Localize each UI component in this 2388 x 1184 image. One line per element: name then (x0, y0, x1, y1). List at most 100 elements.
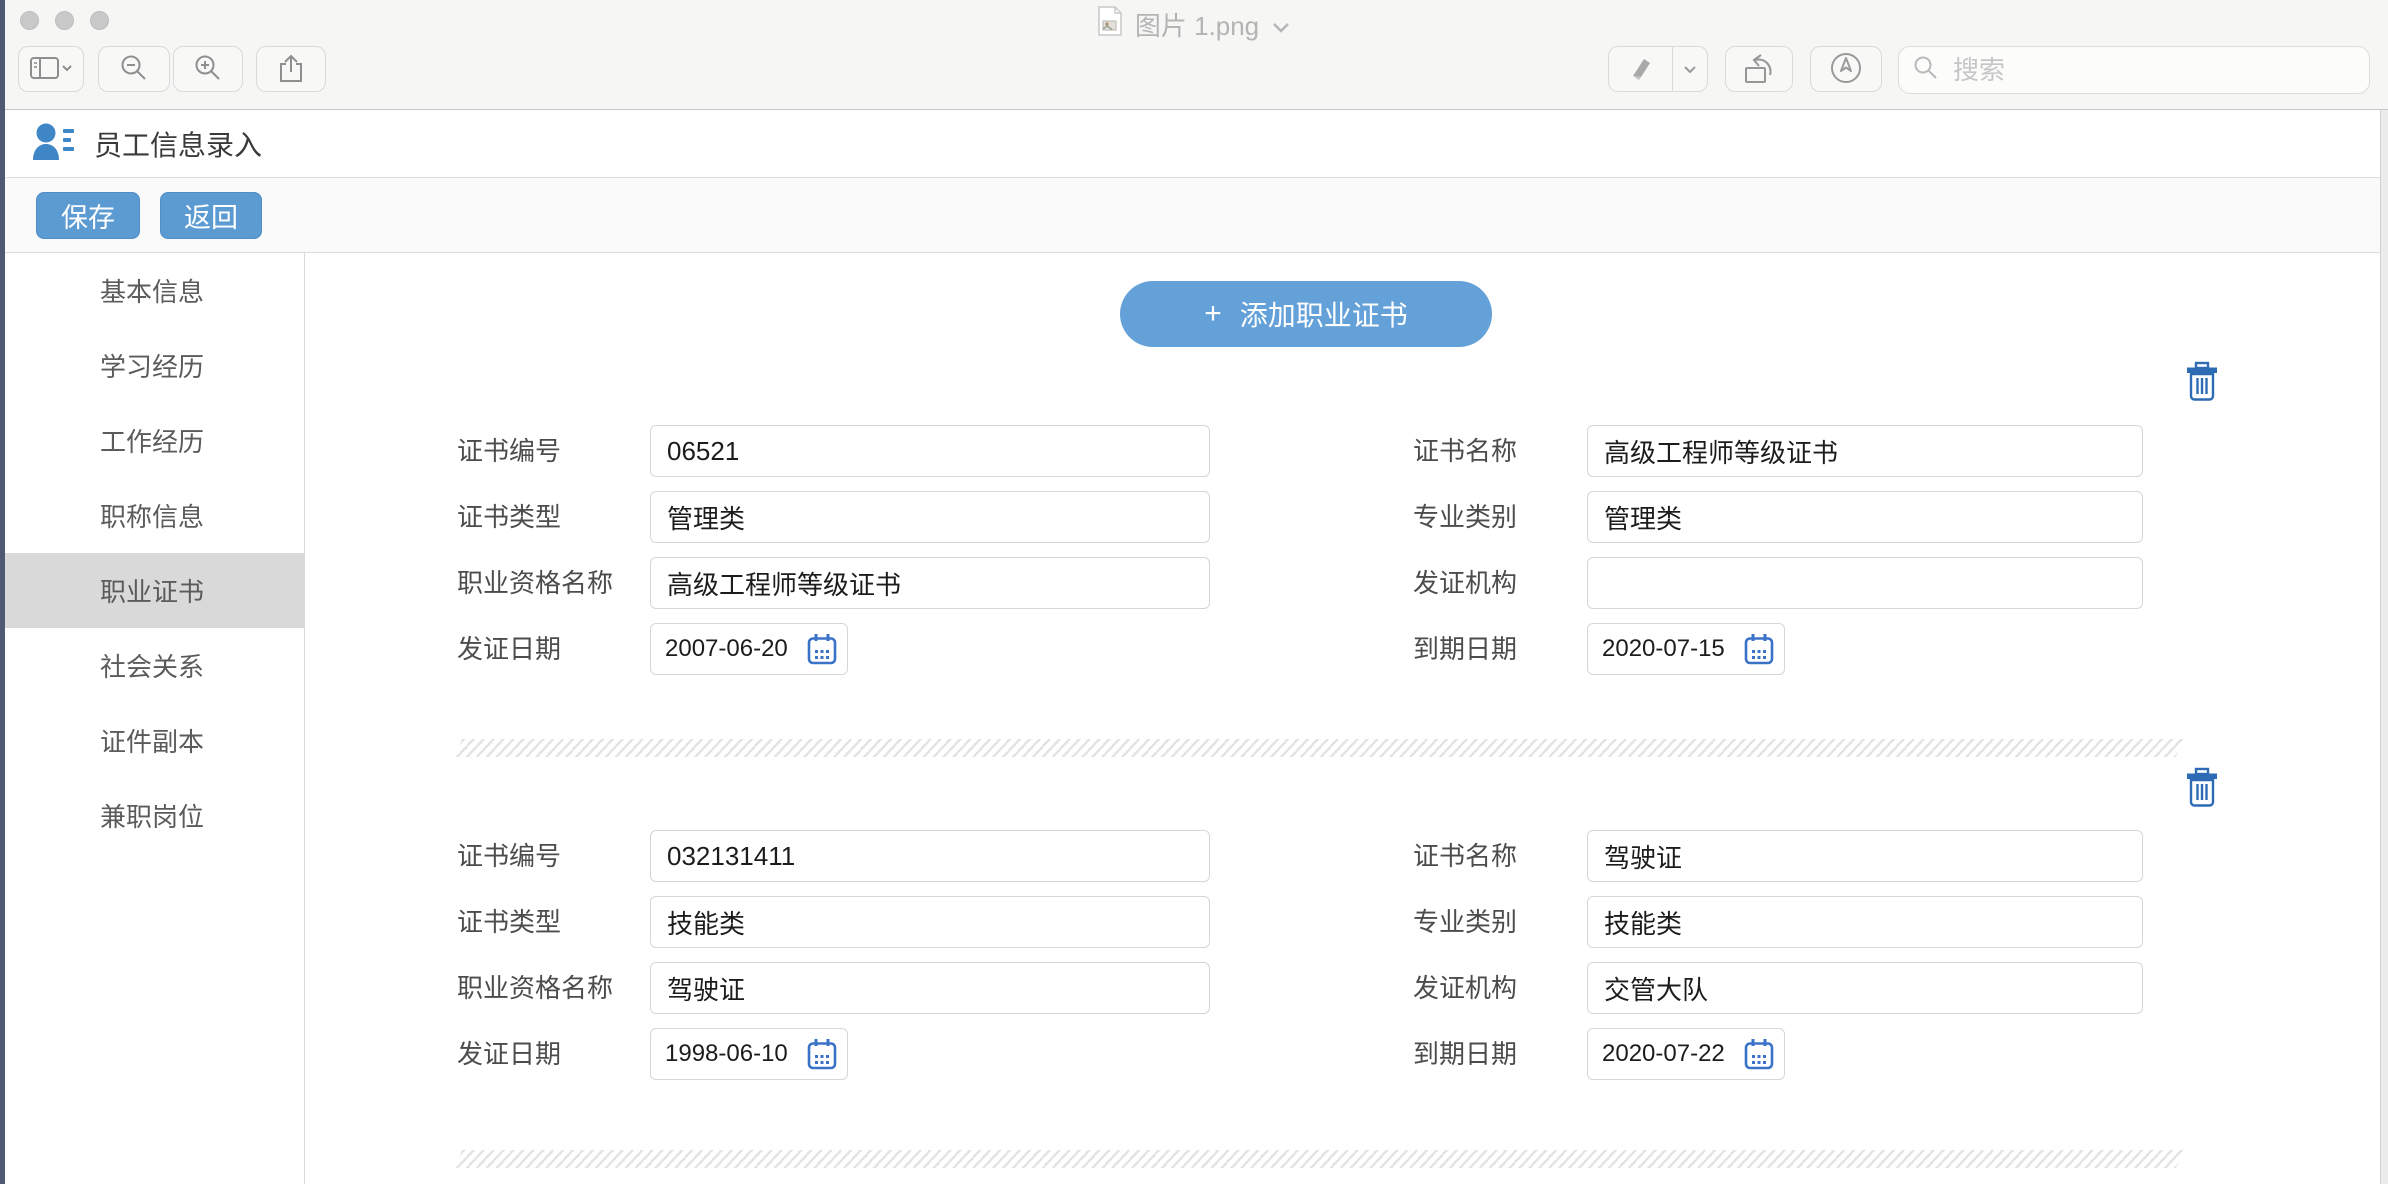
delete-certificate-2-button[interactable] (2182, 766, 2222, 810)
title-chevron-down-icon[interactable] (1271, 9, 1291, 40)
employee-list-icon (30, 122, 76, 167)
sidebar-item-certificates[interactable]: 职业证书 (0, 553, 304, 628)
titlebar: 图片 1.png (0, 0, 2388, 110)
plus-icon: + (1204, 299, 1222, 329)
zoom-out-icon (120, 54, 148, 85)
issuing-authority-input[interactable] (1587, 557, 2143, 609)
back-button[interactable]: 返回 (160, 192, 262, 239)
delete-certificate-1-button[interactable] (2182, 360, 2222, 404)
issue-date-field[interactable] (650, 623, 848, 675)
cert-no-input[interactable] (650, 830, 1210, 882)
form-row: 证书编号 证书名称 (457, 830, 2180, 882)
search-input[interactable] (1951, 54, 2355, 87)
form-row: 发证日期 到期日期 (457, 623, 2180, 675)
issuing-authority-label: 发证机构 (1413, 962, 1517, 1014)
form-row: 职业资格名称 发证机构 (457, 962, 2180, 1014)
search-field[interactable] (1898, 46, 2370, 94)
section-sidebar: 基本信息 学习经历 工作经历 职称信息 职业证书 社会关系 证件副本 兼职岗位 (0, 253, 305, 1184)
major-category-input[interactable] (1587, 491, 2143, 543)
issuing-authority-label: 发证机构 (1413, 557, 1517, 609)
cert-no-label: 证书编号 (457, 830, 561, 882)
expire-date-input[interactable] (1602, 635, 1736, 663)
sidebar-item-basic-info[interactable]: 基本信息 (0, 253, 304, 328)
trash-icon (2184, 361, 2220, 401)
calendar-icon[interactable] (807, 1038, 837, 1070)
cert-no-input[interactable] (650, 425, 1210, 477)
cert-name-input[interactable] (1587, 425, 2143, 477)
pen-options-chevron-icon[interactable] (1672, 47, 1707, 91)
issuing-authority-input[interactable] (1587, 962, 2143, 1014)
expire-date-label: 到期日期 (1413, 1028, 1517, 1080)
zoom-in-button[interactable] (173, 46, 243, 92)
form-row: 证书编号 证书名称 (457, 425, 2180, 477)
rotate-left-button[interactable] (1725, 46, 1793, 92)
sidebar-item-work-history[interactable]: 工作经历 (0, 403, 304, 478)
issue-date-field[interactable] (650, 1028, 848, 1080)
page-title: 员工信息录入 (94, 124, 262, 164)
qualification-name-input[interactable] (650, 962, 1210, 1014)
window-right-edge (2380, 110, 2388, 1184)
share-icon (278, 53, 304, 86)
preview-window: 图片 1.png (0, 0, 2388, 1184)
add-certificate-button[interactable]: + 添加职业证书 (1120, 281, 1492, 347)
certificate-block-2: 证书编号 证书名称 证书类型 专业类别 职业资格名称 发证机构 发证日期 (457, 830, 2180, 1094)
zoom-out-button[interactable] (98, 46, 170, 92)
sidebar-item-title-info[interactable]: 职称信息 (0, 478, 304, 553)
form-row: 证书类型 专业类别 (457, 896, 2180, 948)
window-title: 图片 1.png (1135, 6, 1259, 43)
cert-type-input[interactable] (650, 896, 1210, 948)
issue-date-input[interactable] (665, 635, 799, 663)
cert-no-label: 证书编号 (457, 425, 561, 477)
calendar-icon[interactable] (1744, 633, 1774, 665)
share-button[interactable] (256, 46, 326, 92)
cert-type-label: 证书类型 (457, 896, 561, 948)
section-divider (454, 739, 2184, 757)
issue-date-label: 发证日期 (457, 623, 561, 675)
major-category-input[interactable] (1587, 896, 2143, 948)
sidebar-item-education[interactable]: 学习经历 (0, 328, 304, 403)
cert-name-input[interactable] (1587, 830, 2143, 882)
expire-date-label: 到期日期 (1413, 623, 1517, 675)
calendar-icon[interactable] (1744, 1038, 1774, 1070)
cert-name-label: 证书名称 (1413, 830, 1517, 882)
major-category-label: 专业类别 (1413, 491, 1517, 543)
certificate-block-1: 证书编号 证书名称 证书类型 专业类别 职业资格名称 发证机构 发证日期 (457, 425, 2180, 689)
sidebar-item-part-time-posts[interactable]: 兼职岗位 (0, 778, 304, 853)
issue-date-label: 发证日期 (457, 1028, 561, 1080)
sidebar-item-social-relations[interactable]: 社会关系 (0, 628, 304, 703)
zoom-in-icon (194, 54, 222, 85)
document-proxy-icon (1097, 6, 1123, 43)
save-button[interactable]: 保存 (36, 192, 140, 239)
cert-name-label: 证书名称 (1413, 425, 1517, 477)
action-bar: 保存 返回 (0, 178, 2388, 253)
calendar-icon[interactable] (807, 633, 837, 665)
trash-icon (2184, 767, 2220, 807)
sidebar-toggle-button[interactable] (18, 46, 84, 92)
window-title-group: 图片 1.png (0, 5, 2388, 43)
major-category-label: 专业类别 (1413, 896, 1517, 948)
markup-toolbar-button[interactable] (1810, 46, 1882, 92)
expire-date-field[interactable] (1587, 623, 1785, 675)
window-left-edge (0, 0, 5, 1184)
form-row: 证书类型 专业类别 (457, 491, 2180, 543)
expire-date-field[interactable] (1587, 1028, 1785, 1080)
rotate-left-icon (1742, 51, 1776, 88)
cert-type-label: 证书类型 (457, 491, 561, 543)
issue-date-input[interactable] (665, 1040, 799, 1068)
app-header: 员工信息录入 (0, 111, 2388, 178)
search-icon (1913, 55, 1939, 86)
highlighter-pen-icon[interactable] (1609, 55, 1672, 83)
sidebar-toggle-icon (30, 56, 72, 83)
form-row: 发证日期 到期日期 (457, 1028, 2180, 1080)
qualification-name-label: 职业资格名称 (457, 962, 613, 1014)
section-divider (454, 1150, 2184, 1168)
markup-icon (1828, 50, 1864, 89)
expire-date-input[interactable] (1602, 1040, 1736, 1068)
add-certificate-label: 添加职业证书 (1240, 294, 1408, 334)
cert-type-input[interactable] (650, 491, 1210, 543)
sidebar-item-id-copies[interactable]: 证件副本 (0, 703, 304, 778)
form-row: 职业资格名称 发证机构 (457, 557, 2180, 609)
annotate-pen-split-button[interactable] (1608, 46, 1708, 92)
qualification-name-label: 职业资格名称 (457, 557, 613, 609)
qualification-name-input[interactable] (650, 557, 1210, 609)
